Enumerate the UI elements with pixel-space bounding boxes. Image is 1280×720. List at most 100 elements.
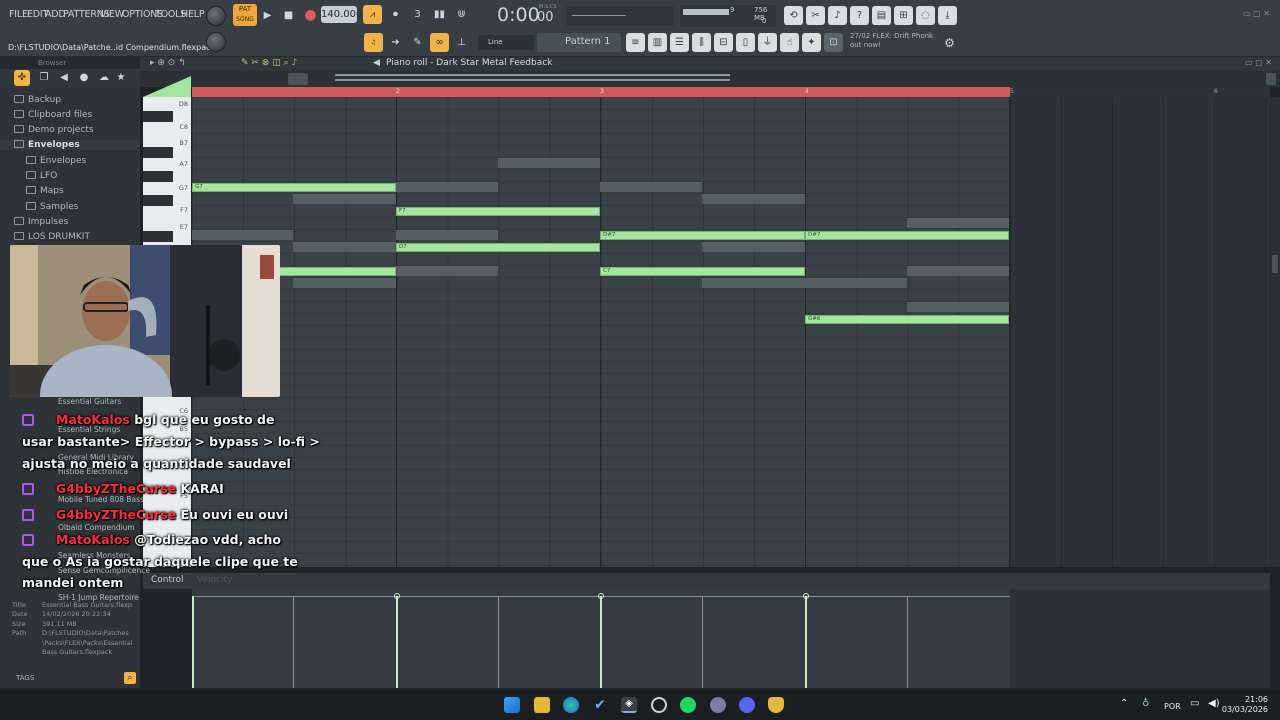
gear-icon[interactable]: ⚙ xyxy=(940,34,959,53)
black-key[interactable] xyxy=(143,111,173,122)
vertical-scrollbar[interactable] xyxy=(1270,97,1280,567)
plug-icon[interactable]: ⏚ xyxy=(758,33,777,52)
checkmark-app-icon[interactable]: ✔ xyxy=(592,697,608,713)
tree-item-demo-projects[interactable]: Demo projects xyxy=(14,125,94,135)
play-button[interactable]: ▶ xyxy=(258,6,277,25)
download-icon[interactable]: ⤓ xyxy=(938,6,957,25)
browser-icon[interactable]: ⊟ xyxy=(714,33,733,52)
velocity-bar[interactable] xyxy=(396,596,398,688)
edge-icon[interactable] xyxy=(563,697,579,713)
tree-item-envelopes-sub[interactable]: Envelopes xyxy=(26,156,86,166)
speaker-icon[interactable]: ◀ xyxy=(373,58,380,68)
plugin-icon[interactable]: ⊞ xyxy=(894,6,913,25)
news-ticker[interactable]: 27/02 FLEX: Drift Phonk out now! xyxy=(850,32,933,50)
arrow-right-icon[interactable]: ➜ xyxy=(386,33,405,52)
metronome-icon[interactable]: ⩘ xyxy=(363,5,382,24)
black-key[interactable] xyxy=(143,231,173,242)
app-icon[interactable] xyxy=(710,697,726,713)
tags-bar[interactable]: TAGS ⌕ xyxy=(12,672,138,686)
piano-roll-scrollbar[interactable] xyxy=(140,71,1280,87)
language-indicator[interactable]: POR xyxy=(1164,702,1181,711)
timeline-ruler-extent[interactable] xyxy=(1010,87,1270,97)
note[interactable]: D#7 xyxy=(805,231,1009,240)
windows-start-icon[interactable] xyxy=(504,697,520,713)
pattern-select[interactable]: Pattern 1 xyxy=(537,33,621,52)
black-key[interactable] xyxy=(143,171,173,182)
file-explorer-icon[interactable] xyxy=(534,697,550,713)
velocity-handle[interactable] xyxy=(598,593,604,599)
snap-select[interactable]: Line xyxy=(478,35,534,50)
black-key[interactable] xyxy=(143,195,173,206)
piano-roll-tools[interactable]: ▸ ⊕ ⊙ ↰ xyxy=(150,58,186,68)
velocity-bar[interactable] xyxy=(600,596,602,688)
menu-view[interactable]: VIEW xyxy=(100,9,124,20)
cart-icon[interactable]: ⊡ xyxy=(824,33,843,52)
chat-icon[interactable]: ◌ xyxy=(916,6,935,25)
tree-item-samples[interactable]: Samples xyxy=(26,202,78,212)
tree-item-envelopes[interactable]: Envelopes xyxy=(0,140,140,150)
spotify-icon[interactable] xyxy=(680,697,696,713)
piano-roll-icon[interactable]: ▥ xyxy=(648,33,667,52)
browser-copy-icon[interactable]: ❐ xyxy=(36,70,52,86)
note[interactable]: G#6 xyxy=(805,315,1009,324)
note[interactable]: G7 xyxy=(192,183,396,192)
tree-item-los-drumkit[interactable]: LOS DRUMKIT xyxy=(14,232,90,242)
app-icon-2[interactable] xyxy=(768,697,784,713)
fl-studio-icon[interactable]: ◈ xyxy=(621,697,637,713)
window-controls[interactable]: ▭ ▢ ✕ xyxy=(1243,9,1273,18)
snap-icon[interactable]: ♫ xyxy=(364,33,383,52)
discord-icon[interactable] xyxy=(739,697,755,713)
search-icon[interactable]: ⌕ xyxy=(124,672,136,684)
microphone-icon[interactable]: ♪ xyxy=(828,6,847,25)
note[interactable] xyxy=(278,267,396,276)
tray-expand-icon[interactable]: ⌃ xyxy=(1120,698,1128,709)
save-icon[interactable]: ▤ xyxy=(872,6,891,25)
velocity-handle[interactable] xyxy=(394,593,400,599)
record-button[interactable]: ● xyxy=(301,6,320,25)
velocity-bar[interactable] xyxy=(805,596,807,688)
document-icon[interactable]: ▯ xyxy=(736,33,755,52)
microphone-tray-icon[interactable]: ♁ xyxy=(1142,698,1149,709)
velocity-bar[interactable] xyxy=(498,596,499,688)
help-icon[interactable]: ? xyxy=(850,6,869,25)
stop-button[interactable]: ■ xyxy=(279,6,298,25)
velocity-bar[interactable] xyxy=(702,596,703,688)
note-grid[interactable] xyxy=(192,97,1010,567)
volume-icon[interactable]: ◀) xyxy=(1208,698,1220,709)
obs-icon[interactable] xyxy=(651,697,667,713)
velocity-bar[interactable] xyxy=(192,596,194,688)
tree-item-lfo[interactable]: LFO xyxy=(26,171,57,181)
browser-star-icon[interactable]: ★ xyxy=(114,70,128,86)
piano-roll-edit-tools[interactable]: ✎ ✂ ⊗ ◫ ⌕ ♪ xyxy=(241,58,297,68)
network-icon[interactable]: ▭ xyxy=(1190,698,1199,709)
tree-item-backup[interactable]: Backup xyxy=(14,95,61,105)
velocity-handle[interactable] xyxy=(803,593,809,599)
note[interactable]: D7 xyxy=(396,243,600,252)
master-pitch-knob[interactable] xyxy=(206,32,226,52)
step-edit-icon[interactable]: ▮▮ xyxy=(430,5,449,24)
browser-cloud-icon[interactable]: ☁ xyxy=(96,70,112,86)
stamp-icon[interactable]: ⊥ xyxy=(452,33,471,52)
tree-item-clipboard[interactable]: Clipboard files xyxy=(14,110,92,120)
note-grid-extent[interactable] xyxy=(1010,97,1270,567)
countdown-icon[interactable]: 3 xyxy=(408,5,427,24)
note[interactable]: D#7 xyxy=(600,231,805,240)
velocity-bar[interactable] xyxy=(293,596,294,688)
undo-icon[interactable]: ⟲ xyxy=(784,6,803,25)
menu-help[interactable]: HELP xyxy=(181,9,205,20)
velocity-lane[interactable] xyxy=(192,589,1010,688)
note[interactable]: C7 xyxy=(600,267,805,276)
playlist-icon[interactable]: ≡ xyxy=(626,33,645,52)
velocity-bar[interactable] xyxy=(907,596,908,688)
browser-filter-icon[interactable]: ✜ xyxy=(14,70,30,86)
black-key[interactable] xyxy=(143,147,173,158)
link-icon[interactable]: ∞ xyxy=(430,33,449,52)
blend-notes-icon[interactable]: ⋓ xyxy=(452,5,471,24)
menu-file[interactable]: FILE xyxy=(9,9,28,20)
tree-item-impulses[interactable]: Impulses xyxy=(14,217,68,227)
piano-roll-window-controls[interactable]: ▭ ▢ ✕ xyxy=(1245,58,1272,67)
cut-icon[interactable]: ✂ xyxy=(806,6,825,25)
mixer-icon[interactable]: ⫼ xyxy=(692,33,711,52)
wand-icon[interactable]: ✦ xyxy=(802,33,821,52)
tree-item-maps[interactable]: Maps xyxy=(26,186,64,196)
